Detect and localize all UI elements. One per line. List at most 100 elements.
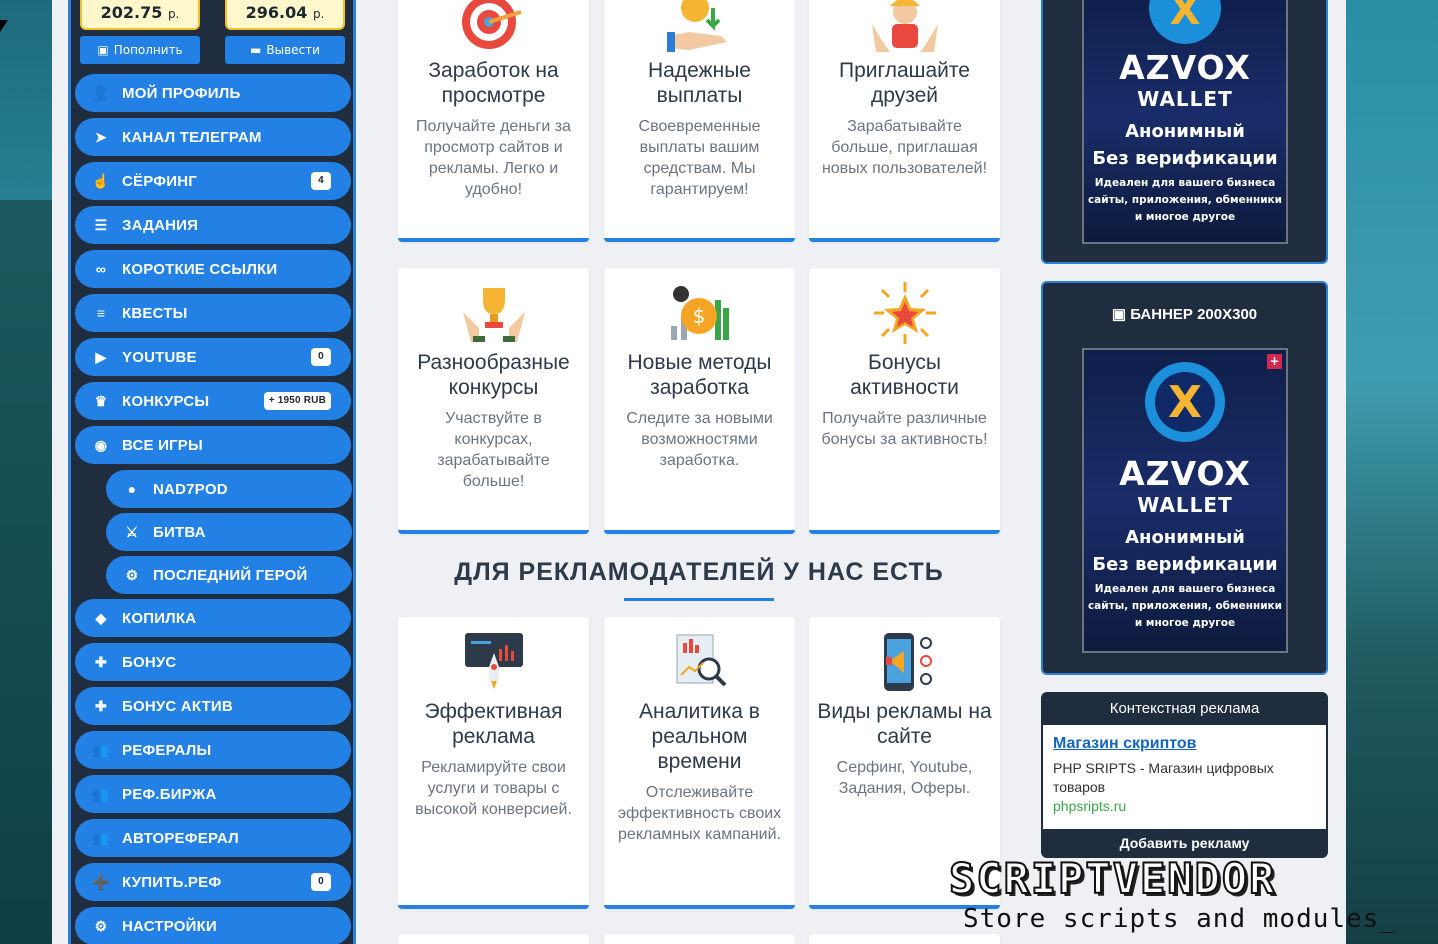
sidebar-item-label: БИТВА — [153, 523, 206, 541]
user-gear-icon: ⚙ — [125, 566, 139, 583]
prize-badge: + 1950 RUB — [263, 392, 331, 410]
ad-block-top: X AZVOX WALLET Анонимный Без верификации… — [1041, 0, 1328, 264]
rocket-screen-icon — [398, 629, 589, 695]
ad-line: Идеален для вашего бизнеса — [1094, 583, 1276, 595]
ad-brand: AZVOX — [1119, 454, 1251, 493]
advertiser-card-text: Отслеживайте эффективность своих рекламн… — [617, 784, 782, 843]
sidebar-item-label: ВСЕ ИГРЫ — [122, 436, 203, 454]
ad-line: и многое другое — [1134, 617, 1236, 629]
sidebar-item-autoreferral[interactable]: 👥 АВТОРЕФЕРАЛ — [75, 819, 351, 857]
feature-text: Зарабатывайте больше, приглашая новых по… — [821, 118, 988, 177]
context-ad-url[interactable]: phpsripts.ru — [1053, 798, 1316, 814]
sidebar-item-label: КУПИТЬ.РЕФ — [122, 873, 222, 891]
sidebar-item-battle[interactable]: ⚔ БИТВА — [106, 513, 352, 551]
sidebar-item-label: РЕФ.БИРЖА — [122, 785, 217, 803]
ad-line: Анонимный — [1125, 121, 1245, 142]
azvox-logo-icon: X — [1084, 350, 1286, 454]
svg-text:X: X — [1170, 0, 1201, 34]
sidebar-item-label: СЁРФИНГ — [122, 172, 197, 190]
feature-title: Заработок на просмотре — [428, 59, 559, 107]
section-underline — [624, 598, 774, 601]
watermark: SCRIPTVENDOR Store scripts and modules_ — [948, 852, 1421, 944]
ad-line: Анонимный — [1125, 527, 1245, 548]
sidebar-item-short-links[interactable]: ∞ КОРОТКИЕ ССЫЛКИ — [75, 250, 351, 288]
users-icon: 👥 — [92, 785, 110, 802]
trophy-icon: ♛ — [94, 392, 108, 409]
withdraw-button[interactable]: ▬ Вывести — [225, 36, 345, 64]
ad-line: Без верификации — [1092, 148, 1278, 169]
sidebar-item-buy-ref[interactable]: ➕ КУПИТЬ.РЕФ 0 — [75, 863, 351, 901]
users-icon: 👥 — [92, 741, 110, 758]
sidebar-item-label: КАНАЛ ТЕЛЕГРАМ — [122, 128, 262, 146]
sidebar-item-label: YOUTUBE — [122, 348, 197, 366]
ad-line: сайты, приложения, обменники — [1087, 600, 1283, 612]
chat-icon: ● — [127, 481, 137, 497]
sidebar-item-referrals[interactable]: 👥 РЕФЕРАЛЫ — [75, 731, 351, 769]
sidebar-item-nad7pod[interactable]: ● NAD7POD — [106, 470, 352, 508]
ad-brand: AZVOX — [1119, 48, 1251, 87]
sidebar-item-label: МОЙ ПРОФИЛЬ — [122, 84, 241, 102]
balance-ad-unit: р. — [312, 7, 325, 21]
banner-title: ▣ БАННЕР 200Х300 — [1043, 305, 1326, 323]
sidebar-item-label: ПОСЛЕДНИЙ ГЕРОЙ — [153, 566, 308, 584]
user-plus-icon: ➕ — [92, 873, 110, 890]
hand-pointer-icon: ☝ — [92, 172, 110, 189]
sidebar-item-telegram[interactable]: ➤ КАНАЛ ТЕЛЕГРАМ — [75, 118, 351, 156]
sidebar-nav: 👤 МОЙ ПРОФИЛЬ ➤ КАНАЛ ТЕЛЕГРАМ ☝ СЁРФИНГ… — [75, 74, 352, 944]
section-title: ДЛЯ РЕКЛАМОДАТЕЛЕЙ У НАС ЕСТЬ — [454, 558, 944, 586]
friends-icon — [809, 0, 1000, 54]
advertiser-card-text: Серфинг, Youtube, Задания, Оферы. — [836, 759, 973, 797]
watermark-tagline: Store scripts and modules_ — [963, 904, 1396, 934]
youtube-icon: ▶ — [95, 348, 107, 365]
sidebar-item-label: КВЕСТЫ — [122, 304, 188, 322]
context-ad-link[interactable]: Магазин скриптов — [1053, 735, 1316, 753]
trophy-hands-icon — [398, 280, 589, 346]
sidebar-item-quests[interactable]: ≡ КВЕСТЫ — [75, 294, 351, 332]
banner-title-text: БАННЕР 200Х300 — [1130, 306, 1258, 323]
context-ad-header: Контекстная реклама — [1109, 700, 1260, 717]
watermark-logo: SCRIPTVENDOR — [948, 853, 1277, 904]
star-icon — [809, 280, 1000, 346]
gift-icon: ✚ — [95, 653, 107, 670]
advertiser-card-text: Рекламируйте свои услуги и товары с высо… — [415, 759, 572, 818]
mouse-cursor — [0, 20, 8, 32]
coin-hand-icon — [604, 0, 795, 54]
sidebar-item-surfing[interactable]: ☝ СЁРФИНГ 4 — [75, 162, 351, 200]
ad-line: и многое другое — [1134, 211, 1236, 223]
sidebar-item-contests[interactable]: ♛ КОНКУРСЫ + 1950 RUB — [75, 382, 351, 420]
sidebar-item-last-hero[interactable]: ⚙ ПОСЛЕДНИЙ ГЕРОЙ — [106, 556, 352, 594]
sidebar-item-games[interactable]: ◉ ВСЕ ИГРЫ — [75, 426, 351, 464]
feature-card: Надежные выплаты Своевременные выплаты в… — [604, 0, 795, 242]
feature-text: Участвуйте в конкурсах, зарабатывайте бо… — [437, 410, 550, 490]
ad-banner[interactable]: X AZVOX WALLET Анонимный Без верификации… — [1082, 0, 1288, 244]
page: 202.75 р. 296.04 р. ▣ Пополнить ▬ Вывест… — [52, 0, 1346, 944]
advertiser-card: Эффективная реклама Рекламируйте свои ус… — [398, 617, 589, 909]
context-ad-body: Магазин скриптов PHP SRIPTS - Магазин ци… — [1043, 725, 1326, 829]
feature-title: Приглашайте друзей — [839, 59, 970, 107]
feature-title: Разнообразные конкурсы — [417, 351, 570, 399]
feature-title: Новые методы заработка — [627, 351, 772, 399]
ad-banner[interactable]: + X AZVOX WALLET Анонимный Без верификац… — [1082, 348, 1288, 653]
sidebar-item-piggy-bank[interactable]: ◆ КОПИЛКА — [75, 599, 351, 637]
sidebar-item-bonus[interactable]: ✚ БОНУС — [75, 643, 351, 681]
advertiser-card-title: Виды рекламы на сайте — [817, 700, 992, 748]
balance-ad-amount: 296.04 — [245, 3, 308, 22]
feature-card: $ Новые методы заработка Следите за новы… — [604, 268, 795, 534]
sidebar-item-ref-exchange[interactable]: 👥 РЕФ.БИРЖА — [75, 775, 351, 813]
megaphone-phone-icon — [809, 629, 1000, 695]
sidebar-item-youtube[interactable]: ▶ YOUTUBE 0 — [75, 338, 351, 376]
sidebar-item-bonus-active[interactable]: ✚ БОНУС АКТИВ — [75, 687, 351, 725]
money-icon: ▣ — [97, 43, 109, 57]
sidebar-item-settings[interactable]: ⚙ НАСТРОЙКИ — [75, 907, 351, 944]
feature-text: Получайте различные бонусы за активность… — [821, 410, 988, 448]
card-icon: ▬ — [250, 43, 262, 57]
ad-line: Идеален для вашего бизнеса — [1094, 177, 1276, 189]
sidebar-item-profile[interactable]: 👤 МОЙ ПРОФИЛЬ — [75, 74, 351, 112]
sidebar-item-tasks[interactable]: ☰ ЗАДАНИЯ — [75, 206, 351, 244]
gift-icon: ✚ — [95, 697, 107, 714]
advertiser-card-title: Эффективная реклама — [424, 700, 563, 748]
withdraw-label: Вывести — [266, 43, 320, 57]
add-banner-button[interactable]: + — [1267, 354, 1282, 369]
deposit-button[interactable]: ▣ Пополнить — [80, 36, 200, 64]
feature-text: Своевременные выплаты вашим средствам. М… — [638, 118, 761, 198]
